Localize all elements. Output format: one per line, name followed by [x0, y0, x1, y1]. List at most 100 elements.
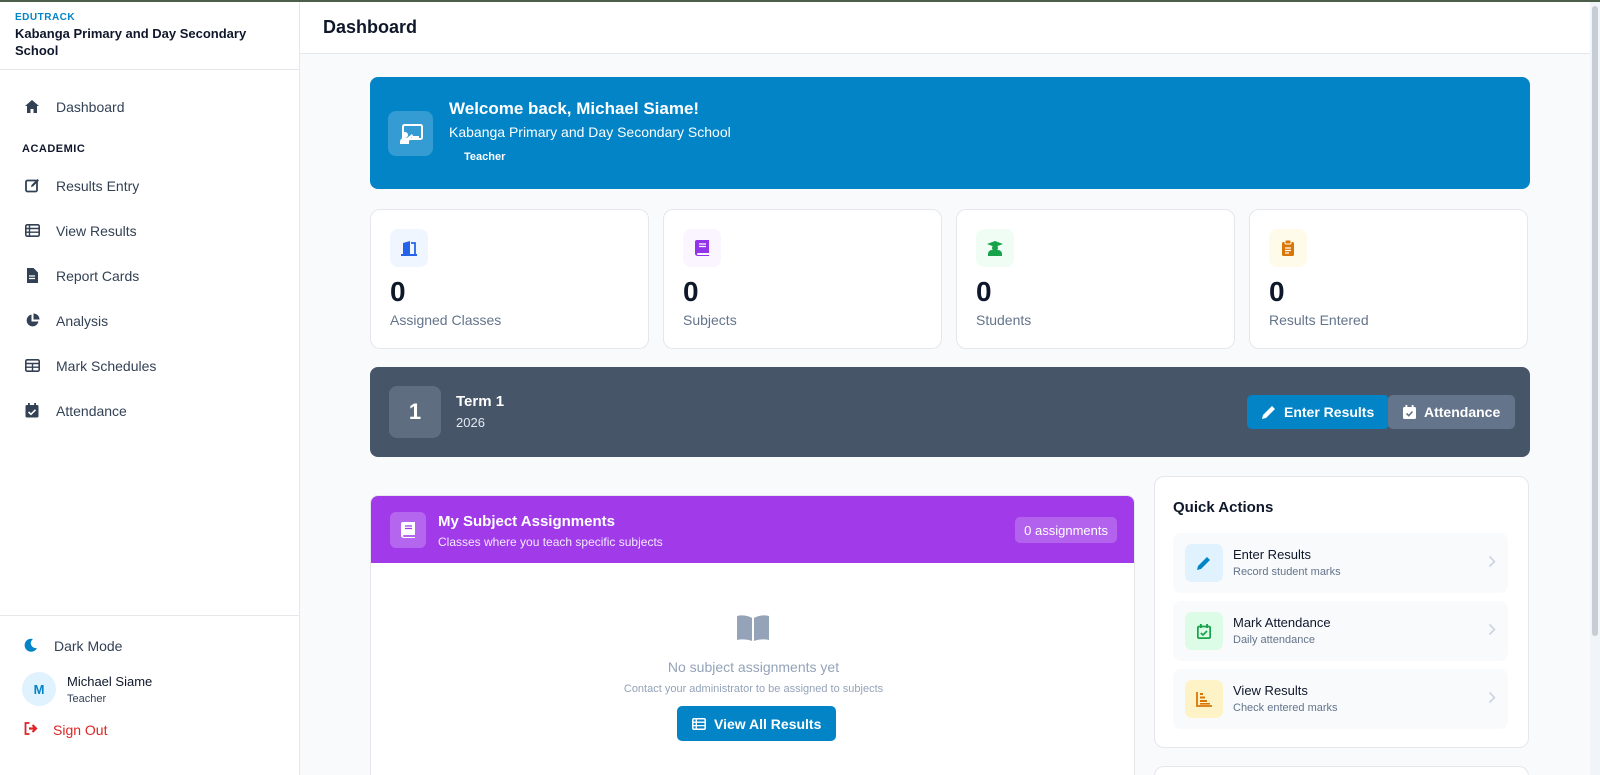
sidebar-item-label: Attendance [56, 402, 127, 419]
assignments-count-badge: 0 assignments [1015, 517, 1117, 543]
edit-icon [24, 178, 40, 194]
school-name: Kabanga Primary and Day Secondary School [15, 26, 247, 58]
pencil-icon [1185, 544, 1223, 582]
sign-out-label: Sign Out [53, 722, 108, 738]
stat-card-results-entered: 0 Results Entered [1249, 209, 1528, 349]
stat-value: 0 [683, 276, 699, 307]
sidebar-item-view-results[interactable]: View Results [0, 208, 299, 253]
stat-card-students: 0 Students [956, 209, 1235, 349]
view-all-results-button[interactable]: View All Results [677, 706, 837, 741]
button-label: Attendance [1424, 404, 1501, 420]
avatar: M [22, 672, 56, 706]
brand-tag: EDUTRACK [15, 12, 76, 23]
user-name: Michael Siame [67, 673, 153, 689]
calendar-check-icon [1185, 612, 1223, 650]
sidebar: EDUTRACK Kabanga Primary and Day Seconda… [0, 2, 300, 775]
quick-action-subtitle: Daily attendance [1233, 634, 1315, 646]
attendance-button[interactable]: Attendance [1388, 395, 1516, 429]
stat-label: Subjects [683, 312, 737, 328]
sidebar-item-label: View Results [56, 222, 137, 239]
graduate-icon [976, 229, 1014, 267]
table-icon [24, 223, 40, 239]
calendar-check-icon [1403, 405, 1416, 419]
next-card [1154, 766, 1529, 775]
quick-actions-card: Quick Actions Enter Results Record stude… [1154, 476, 1529, 748]
book-icon [390, 512, 426, 548]
button-label: View All Results [714, 715, 822, 732]
welcome-school: Kabanga Primary and Day Secondary School [449, 124, 731, 140]
sidebar-nav: Dashboard ACADEMIC Results Entry View Re… [0, 70, 299, 433]
pie-chart-icon [24, 313, 40, 329]
quick-action-title: Mark Attendance [1233, 615, 1331, 630]
sidebar-item-analysis[interactable]: Analysis [0, 298, 299, 343]
user-role: Teacher [67, 692, 107, 705]
empty-state-title: No subject assignments yet [667, 659, 840, 675]
user-profile[interactable]: M Michael Siame Teacher [22, 672, 299, 706]
stat-value: 0 [390, 276, 406, 307]
welcome-title: Welcome back, Michael Siame! [449, 99, 700, 118]
quick-action-view-results[interactable]: View Results Check entered marks [1173, 669, 1508, 729]
stat-value: 0 [976, 276, 992, 307]
sign-out-icon [24, 722, 39, 738]
term-bar: 1 Term 1 2026 Enter Results Attendance [370, 367, 1530, 457]
assignments-header: My Subject Assignments Classes where you… [371, 496, 1134, 563]
sign-out-button[interactable]: Sign Out [24, 722, 299, 738]
quick-action-mark-attendance[interactable]: Mark Attendance Daily attendance [1173, 601, 1508, 661]
clipboard-icon [1269, 229, 1307, 267]
door-icon [390, 229, 428, 267]
sidebar-item-label: Mark Schedules [56, 357, 157, 374]
page-title: Dashboard [323, 17, 418, 37]
teacher-board-icon [388, 111, 433, 156]
brand: EDUTRACK Kabanga Primary and Day Seconda… [0, 2, 299, 70]
stat-card-subjects: 0 Subjects [663, 209, 942, 349]
file-icon [24, 268, 40, 284]
dark-mode-label: Dark Mode [54, 638, 123, 654]
button-label: Enter Results [1284, 404, 1375, 420]
sidebar-section-academic: ACADEMIC [22, 143, 86, 155]
book-icon [683, 229, 721, 267]
sidebar-item-label: Analysis [56, 312, 109, 329]
term-year: 2026 [456, 415, 485, 430]
assignments-subtitle: Classes where you teach specific subject… [438, 535, 663, 549]
home-icon [24, 99, 40, 115]
quick-action-title: View Results [1233, 683, 1308, 698]
stat-label: Assigned Classes [390, 312, 502, 328]
chevron-right-icon [1488, 623, 1496, 641]
sidebar-item-mark-schedules[interactable]: Mark Schedules [0, 343, 299, 388]
sidebar-item-dashboard[interactable]: Dashboard [0, 84, 299, 129]
sidebar-footer: Dark Mode M Michael Siame Teacher Sign O… [0, 615, 299, 775]
stat-label: Students [976, 312, 1032, 328]
quick-action-title: Enter Results [1233, 547, 1312, 562]
grid-icon [24, 358, 40, 374]
scrollbar-thumb[interactable] [1592, 6, 1598, 636]
dark-mode-toggle[interactable]: Dark Mode [24, 636, 299, 656]
open-book-icon [736, 614, 770, 647]
quick-action-enter-results[interactable]: Enter Results Record student marks [1173, 533, 1508, 593]
pencil-icon [1262, 405, 1276, 419]
sidebar-item-label: Dashboard [56, 98, 125, 115]
quick-action-subtitle: Record student marks [1233, 566, 1341, 578]
role-badge: Teacher [464, 151, 506, 163]
sidebar-item-attendance[interactable]: Attendance [0, 388, 299, 433]
table-icon [692, 717, 706, 730]
sidebar-item-report-cards[interactable]: Report Cards [0, 253, 299, 298]
empty-state-subtitle: Contact your administrator to be assigne… [623, 683, 884, 695]
sidebar-item-label: Report Cards [56, 267, 140, 284]
stat-value: 0 [1269, 276, 1285, 307]
chevron-right-icon [1488, 691, 1496, 709]
quick-actions-title: Quick Actions [1173, 499, 1274, 516]
welcome-banner: Welcome back, Michael Siame! Kabanga Pri… [370, 77, 1530, 189]
calendar-check-icon [24, 403, 40, 419]
stat-card-assigned-classes: 0 Assigned Classes [370, 209, 649, 349]
term-name: Term 1 [456, 393, 505, 410]
page-scrollbar[interactable] [1590, 2, 1600, 775]
bar-chart-icon [1185, 680, 1223, 718]
subject-assignments-card: My Subject Assignments Classes where you… [370, 495, 1135, 775]
assignments-title: My Subject Assignments [438, 513, 615, 530]
stat-label: Results Entered [1269, 312, 1369, 328]
sidebar-item-label: Results Entry [56, 177, 140, 194]
enter-results-button[interactable]: Enter Results [1247, 395, 1390, 429]
chevron-right-icon [1488, 555, 1496, 573]
term-number: 1 [389, 386, 441, 438]
sidebar-item-results-entry[interactable]: Results Entry [0, 163, 299, 208]
